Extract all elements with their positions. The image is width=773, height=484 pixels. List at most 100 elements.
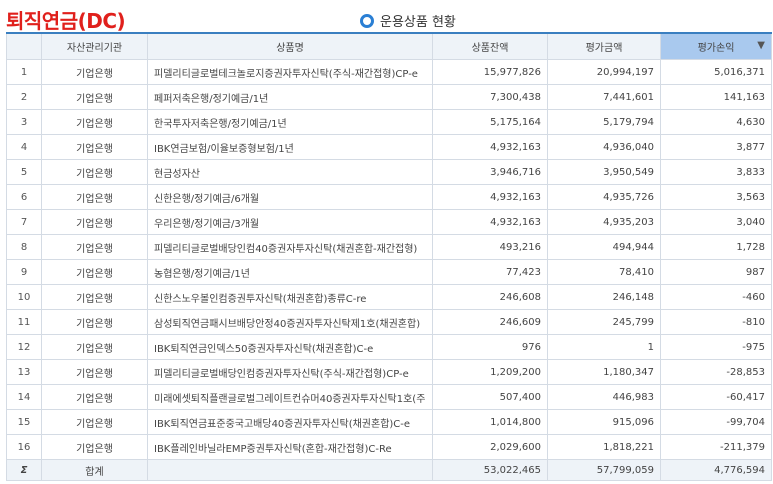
table-row[interactable]: 8 기업은행 피델리티글로벌배당인컴40증권자투자신탁(채권혼합-재간접형) 493,… [6,234,772,260]
row-balance: 5,175,164 [432,109,548,135]
row-product: 신한스노우볼인컴증권투자신탁(채권혼합)종류C-re [147,284,433,310]
total-balance: 53,022,465 [432,459,548,481]
row-org: 기업은행 [41,184,148,210]
table-row[interactable]: 3 기업은행 한국투자저축은행/정기예금/1년 5,175,164 5,179,794 4… [6,109,772,135]
table-body: 1 기업은행 피델리티글로벌테크놀로지증권자투자신탁(주식-재간접형)CP-e 15,… [6,59,772,460]
row-profit: 5,016,371 [660,59,772,85]
row-org: 기업은행 [41,109,148,135]
table-row[interactable]: 4 기업은행 IBK연금보험/이율보증형보험/1년 4,932,163 4,936,04… [6,134,772,160]
row-profit: 3,877 [660,134,772,160]
header-valuation[interactable]: 평가금액 [547,32,661,60]
row-product: 피델리티글로벌배당인컴40증권자투자신탁(채권혼합-재간접형) [147,234,433,260]
row-balance: 4,932,163 [432,209,548,235]
row-product: 현금성자산 [147,159,433,185]
row-product: IBK연금보험/이율보증형보험/1년 [147,134,433,160]
row-balance: 493,216 [432,234,548,260]
header-org[interactable]: 자산관리기관 [41,32,148,60]
table-row[interactable]: 13 기업은행 피델리티글로벌배당인컴증권자투자신탁(주식-재간접형)CP-e 1,2… [6,359,772,385]
row-valuation: 446,983 [547,384,661,410]
row-balance: 4,932,163 [432,134,548,160]
row-org: 기업은행 [41,284,148,310]
row-index: 1 [6,59,42,85]
table-row[interactable]: 16 기업은행 IBK플레인바닐라EMP증권투자신탁(혼합-재간접형)C-Re 2,0… [6,434,772,460]
table-footer-row: Σ 합계 53,022,465 57,799,059 4,776,594 [6,459,772,481]
row-profit: -810 [660,309,772,335]
row-product: IBK플레인바닐라EMP증권투자신탁(혼합-재간접형)C-Re [147,434,433,460]
row-profit: -60,417 [660,384,772,410]
row-balance: 246,608 [432,284,548,310]
row-index: 15 [6,409,42,435]
row-product: 페퍼저축은행/정기예금/1년 [147,84,433,110]
total-valuation: 57,799,059 [547,459,661,481]
row-index: 9 [6,259,42,285]
row-balance: 976 [432,334,548,360]
row-valuation: 5,179,794 [547,109,661,135]
row-index: 6 [6,184,42,210]
table-row[interactable]: 11 기업은행 삼성퇴직연금패시브배당안정40증권자투자신탁제1호(채권혼합) 246… [6,309,772,335]
row-index: 7 [6,209,42,235]
row-balance: 1,014,800 [432,409,548,435]
row-index: 12 [6,334,42,360]
row-org: 기업은행 [41,384,148,410]
row-org: 기업은행 [41,409,148,435]
row-product: 삼성퇴직연금패시브배당안정40증권자투자신탁제1호(채권혼합) [147,309,433,335]
row-product: 피델리티글로벌테크놀로지증권자투자신탁(주식-재간접형)CP-e [147,59,433,85]
header-profit[interactable]: 평가손익 ▼ [660,32,772,60]
header-index [6,32,42,60]
row-index: 11 [6,309,42,335]
table-row[interactable]: 1 기업은행 피델리티글로벌테크놀로지증권자투자신탁(주식-재간접형)CP-e 15,… [6,59,772,85]
row-index: 3 [6,109,42,135]
sort-desc-icon[interactable]: ▼ [757,40,765,51]
row-balance: 2,029,600 [432,434,548,460]
table-row[interactable]: 15 기업은행 IBK퇴직연금표준중국고배당40증권자투자신탁(채권혼합)C-e 1,… [6,409,772,435]
row-profit: 4,630 [660,109,772,135]
total-product [147,459,433,481]
row-index: 10 [6,284,42,310]
row-profit: 141,163 [660,84,772,110]
row-profit: 3,833 [660,159,772,185]
row-valuation: 4,936,040 [547,134,661,160]
row-index: 8 [6,234,42,260]
table-row[interactable]: 6 기업은행 신한은행/정기예금/6개월 4,932,163 4,935,726 3,56… [6,184,772,210]
header-product[interactable]: 상품명 [147,32,433,60]
products-table: 자산관리기관 상품명 상품잔액 평가금액 평가손익 ▼ 1 기업은행 피델리티글로벌… [6,32,772,481]
table-row[interactable]: 14 기업은행 미래에셋퇴직플랜글로벌그레이트컨슈머40증권자투자신탁1호(주 507… [6,384,772,410]
row-balance: 246,609 [432,309,548,335]
table-row[interactable]: 12 기업은행 IBK퇴직연금인덱스50증권자투자신탁(채권혼합)C-e 976 1 -9… [6,334,772,360]
row-valuation: 78,410 [547,259,661,285]
table-row[interactable]: 2 기업은행 페퍼저축은행/정기예금/1년 7,300,438 7,441,601 141… [6,84,772,110]
row-balance: 3,946,716 [432,159,548,185]
row-product: 우리은행/정기예금/3개월 [147,209,433,235]
row-org: 기업은행 [41,359,148,385]
header-profit-label: 평가손익 [697,43,735,54]
row-index: 16 [6,434,42,460]
row-valuation: 7,441,601 [547,84,661,110]
table-row[interactable]: 9 기업은행 농협은행/정기예금/1년 77,423 78,410 987 [6,259,772,285]
row-valuation: 4,935,726 [547,184,661,210]
page-header: 퇴직연금(DC) 운용상품 현황 [0,0,773,33]
row-product: 신한은행/정기예금/6개월 [147,184,433,210]
table-row[interactable]: 10 기업은행 신한스노우볼인컴증권투자신탁(채권혼합)종류C-re 246,608 2… [6,284,772,310]
row-profit: 1,728 [660,234,772,260]
row-index: 2 [6,84,42,110]
table-row[interactable]: 7 기업은행 우리은행/정기예금/3개월 4,932,163 4,935,203 3,04… [6,209,772,235]
row-profit: -99,704 [660,409,772,435]
row-index: 5 [6,159,42,185]
row-valuation: 1,180,347 [547,359,661,385]
row-product: 피델리티글로벌배당인컴증권자투자신탁(주식-재간접형)CP-e [147,359,433,385]
row-index: 14 [6,384,42,410]
table-row[interactable]: 5 기업은행 현금성자산 3,946,716 3,950,549 3,833 [6,159,772,185]
row-balance: 7,300,438 [432,84,548,110]
row-valuation: 20,994,197 [547,59,661,85]
row-product: IBK퇴직연금인덱스50증권자투자신탁(채권혼합)C-e [147,334,433,360]
row-profit: 987 [660,259,772,285]
row-balance: 15,977,826 [432,59,548,85]
header-balance[interactable]: 상품잔액 [432,32,548,60]
row-profit: -460 [660,284,772,310]
row-valuation: 915,096 [547,409,661,435]
row-balance: 507,400 [432,384,548,410]
row-balance: 77,423 [432,259,548,285]
row-valuation: 3,950,549 [547,159,661,185]
row-org: 기업은행 [41,259,148,285]
row-index: 13 [6,359,42,385]
